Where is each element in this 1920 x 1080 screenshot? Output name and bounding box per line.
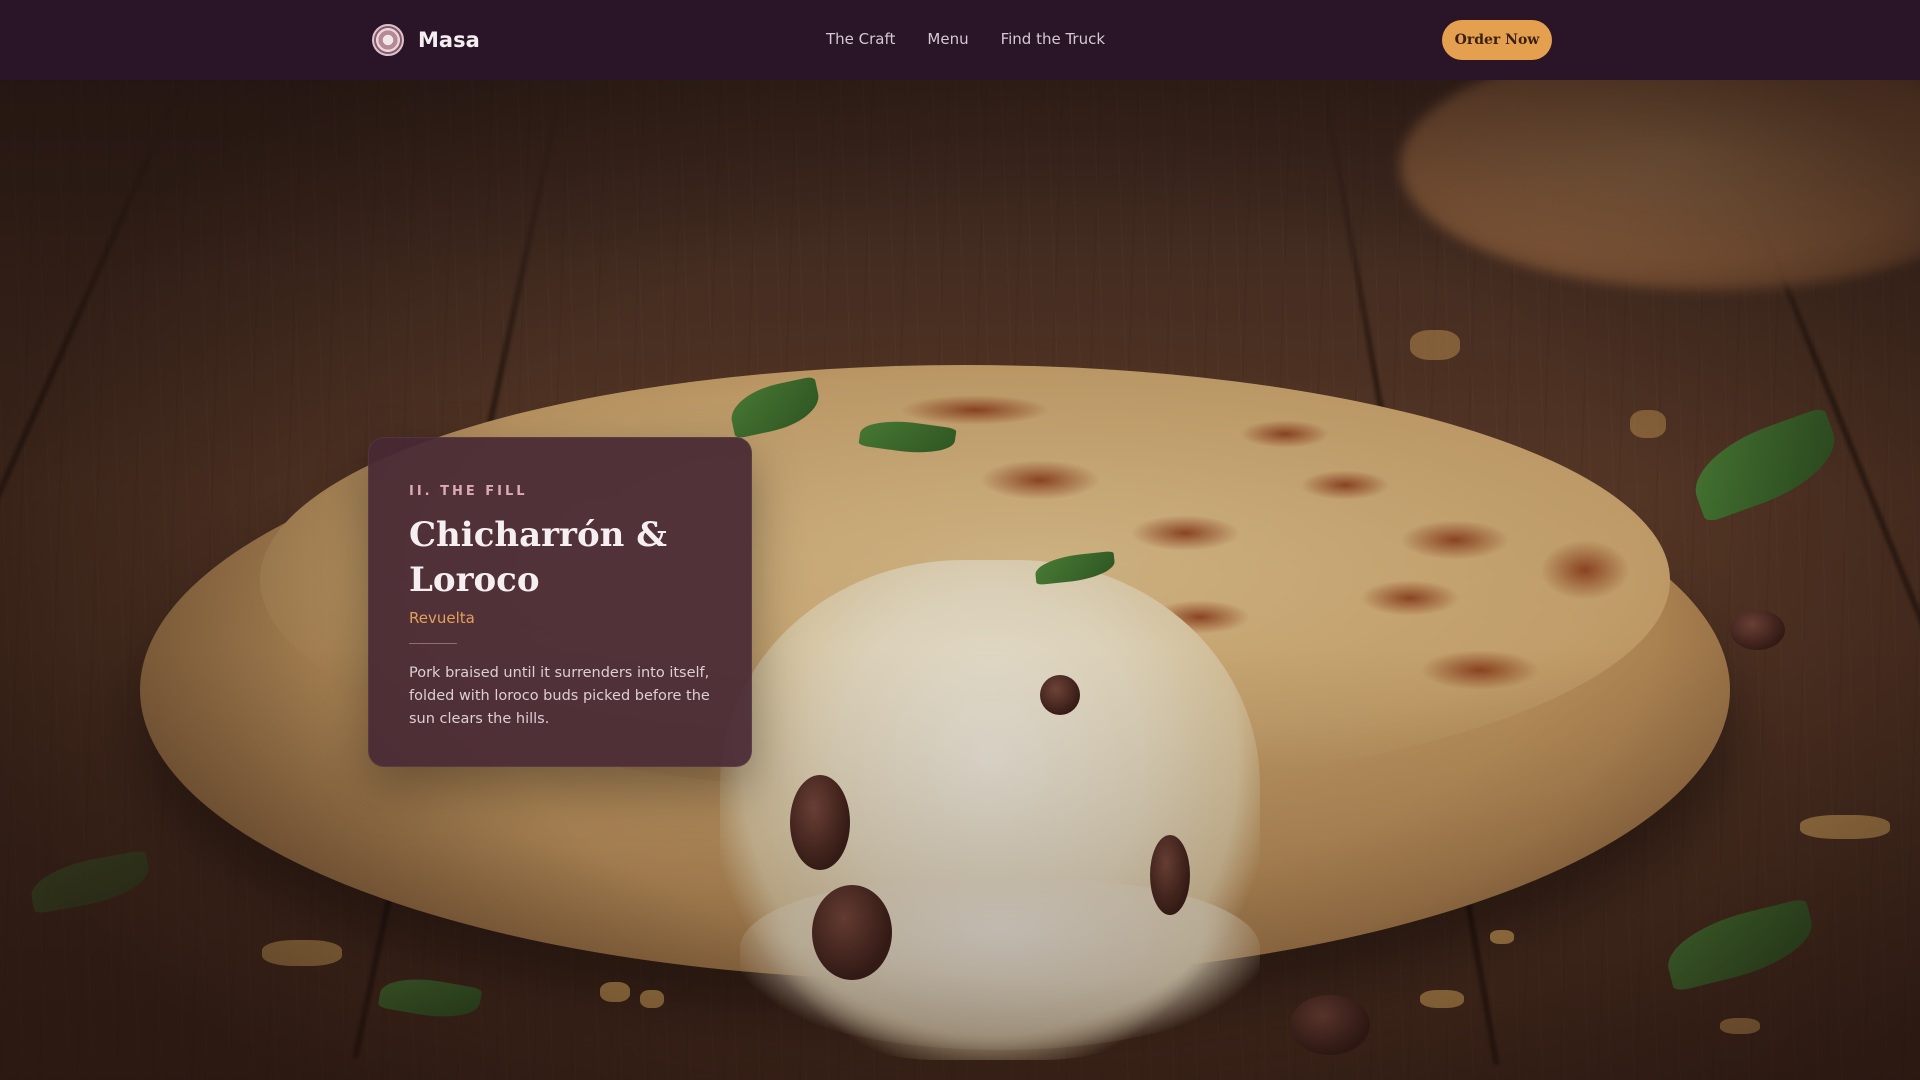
feature-card: II. THE FILL Chicharrón & Loroco Revuelt… xyxy=(368,437,752,767)
brand-name: Masa xyxy=(418,28,480,52)
hero-image xyxy=(0,0,1920,1080)
section-eyebrow: II. THE FILL xyxy=(409,484,528,499)
feature-description: Pork braised until it surrenders into it… xyxy=(409,665,710,727)
brand-home-link[interactable]: Masa xyxy=(372,24,480,56)
nav-link-find-the-truck[interactable]: Find the Truck xyxy=(1001,30,1105,48)
masa-logo-icon xyxy=(372,24,404,56)
order-now-button[interactable]: Order Now xyxy=(1442,20,1552,60)
nav-link-menu[interactable]: Menu xyxy=(927,30,968,48)
feature-subtitle: Revuelta xyxy=(409,609,475,627)
hero-overlay xyxy=(0,0,1920,1080)
nav-links: The Craft Menu Find the Truck xyxy=(826,30,1105,48)
card-divider xyxy=(409,643,457,644)
nav-link-the-craft[interactable]: The Craft xyxy=(826,30,895,48)
top-navbar: Masa The Craft Menu Find the Truck Order… xyxy=(0,0,1920,80)
feature-title: Chicharrón & Loroco xyxy=(409,515,667,600)
